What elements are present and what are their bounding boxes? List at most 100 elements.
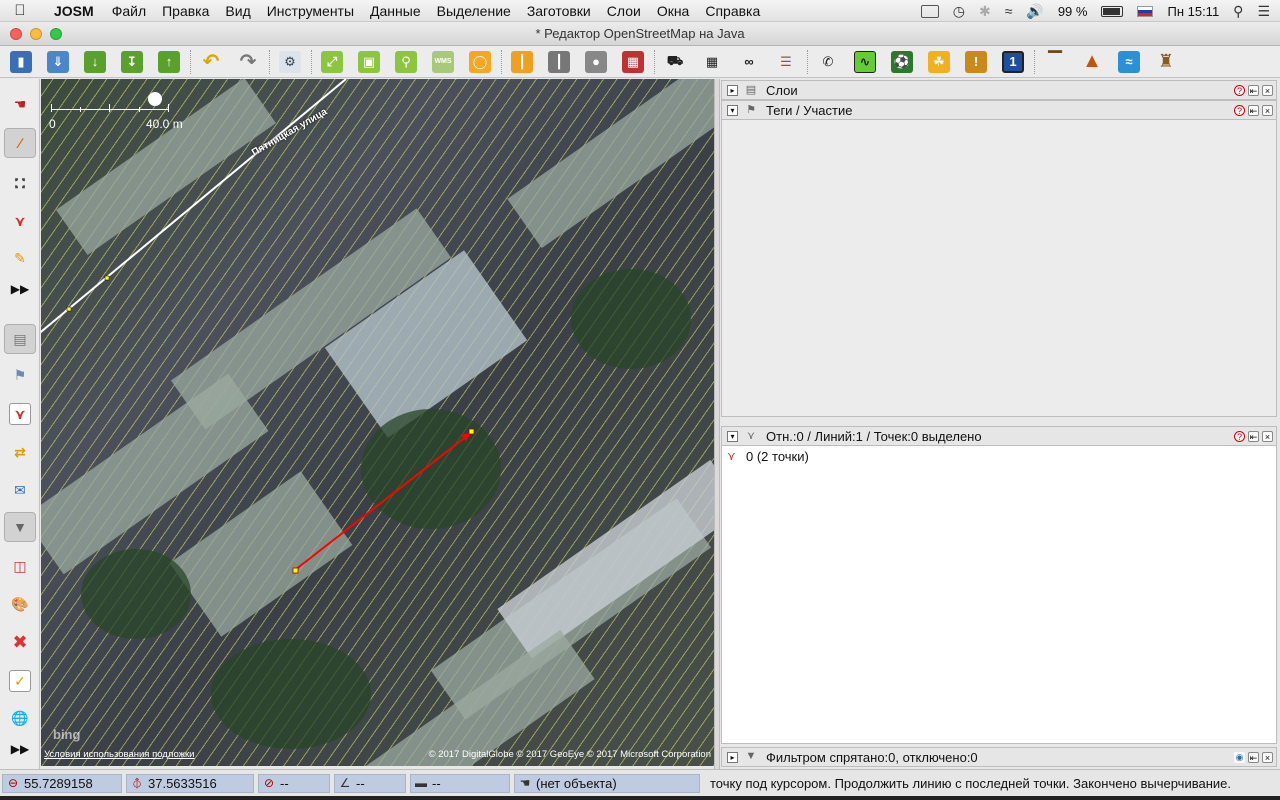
clock[interactable]: Пн 15:11 (1167, 4, 1219, 19)
draw-tool[interactable]: ∕ (4, 128, 36, 158)
filter-panel-header[interactable]: ▸ ▼ Фильтром спрятано:0, отключено:0 ◉ ⇤… (721, 747, 1277, 767)
terms-of-use-link[interactable]: Условия использования подложки (44, 749, 195, 760)
leisure-preset-button[interactable]: ∿ (849, 48, 881, 76)
zoom-to-data-button[interactable]: ⤢ (316, 48, 348, 76)
menu-view[interactable]: Вид (217, 3, 258, 19)
eye-icon[interactable]: ◉ (1234, 751, 1245, 763)
shop-preset-button[interactable]: ☘ (923, 48, 955, 76)
pencil-tool[interactable]: ✎ (4, 243, 36, 273)
menu-selection[interactable]: Выделение (429, 3, 519, 19)
castle-preset-button[interactable]: ♜ (1150, 48, 1182, 76)
zoom-selection-button[interactable]: ▣ (353, 48, 385, 76)
collapse-toggle-icon[interactable]: ▾ (727, 430, 738, 442)
waterway-preset-button[interactable]: ≈ (1113, 48, 1145, 76)
menu-layers[interactable]: Слои (599, 3, 649, 19)
barrier-preset-button[interactable]: ● (580, 48, 612, 76)
select-tool[interactable]: ☚ (4, 89, 36, 119)
sports-preset-button[interactable]: ⚽ (886, 48, 918, 76)
tags-panel-toggle[interactable]: ⚑ (4, 360, 36, 390)
track-preset-button[interactable]: ┃ (543, 48, 575, 76)
tags-panel-header[interactable]: ▾ ⚑ Теги / Участие ? ⇤ × (721, 100, 1277, 120)
expand-toggle-icon[interactable]: ▸ (727, 751, 738, 763)
close-panel-icon[interactable]: × (1262, 430, 1273, 442)
bicycle-preset-button[interactable]: ∞ (733, 48, 765, 76)
redo-button[interactable]: ↷ (232, 48, 264, 76)
undock-icon[interactable]: ⇤ (1248, 751, 1259, 763)
road-preset-button[interactable]: ┃ (506, 48, 538, 76)
industry-preset-button[interactable]: ▔ (1039, 48, 1071, 76)
help-icon[interactable]: ? (1234, 84, 1245, 96)
selected-way[interactable] (294, 431, 473, 571)
download-button[interactable]: ↓ (79, 48, 111, 76)
upload-button[interactable]: ↑ (153, 48, 185, 76)
railway-preset-button[interactable]: ☰ (770, 48, 802, 76)
wms-tms-button[interactable]: WMS (427, 48, 459, 76)
collapse-toggle-icon[interactable]: ▾ (727, 104, 738, 116)
mountain-preset-button[interactable]: ▲ (1076, 48, 1108, 76)
road-node[interactable] (66, 306, 72, 312)
layers-panel-header[interactable]: ▸ ▤ Слои ? ⇤ × (721, 80, 1277, 100)
scale-slider-knob[interactable] (148, 92, 162, 106)
preferences-button[interactable]: ⚙ (274, 48, 306, 76)
delete-marker-button[interactable]: ✖ (4, 627, 36, 657)
warning-preset-button[interactable]: ! (960, 48, 992, 76)
car-preset-button[interactable]: ⛟ (659, 48, 691, 76)
menu-file[interactable]: Файл (104, 3, 154, 19)
undo-button[interactable]: ↶ (195, 48, 227, 76)
wall-preset-button[interactable]: ▦ (617, 48, 649, 76)
filter-panel-toggle[interactable]: ▼ (4, 512, 36, 542)
battery-percent[interactable]: 99 % (1058, 4, 1088, 19)
volume-icon[interactable]: 🔊 (1026, 3, 1043, 20)
lasso-button[interactable]: ◯ (464, 48, 496, 76)
menu-windows[interactable]: Окна (649, 3, 698, 19)
undock-icon[interactable]: ⇤ (1248, 430, 1259, 442)
battery-icon[interactable] (1101, 5, 1124, 17)
selection-list-toggle[interactable]: ⋎ (4, 399, 36, 429)
selected-way-node[interactable] (468, 428, 475, 435)
apple-icon[interactable]:  (0, 2, 40, 19)
app-menu[interactable]: JOSM (40, 3, 104, 19)
messages-panel-toggle[interactable]: ✉ (4, 475, 36, 505)
wikipedia-panel-toggle[interactable]: 🌐 (4, 703, 36, 733)
notification-center-icon[interactable]: ☰ (1257, 3, 1270, 20)
expand-toggle-icon[interactable]: ▸ (727, 84, 738, 96)
close-panel-icon[interactable]: × (1262, 84, 1273, 96)
list-item[interactable]: ⋎ 0 (2 точки) (722, 446, 1276, 466)
panel-splitter[interactable] (714, 79, 720, 769)
bluetooth-icon[interactable]: ✱ (979, 3, 991, 20)
save-button[interactable]: ⇓ (42, 48, 74, 76)
display-icon[interactable] (920, 4, 939, 18)
time-machine-icon[interactable]: ◷ (953, 3, 965, 20)
wifi-icon[interactable]: ≈ (1005, 3, 1013, 19)
more-tools-button[interactable]: ▶▶ (4, 274, 36, 304)
zoom-button[interactable]: ⚲ (390, 48, 422, 76)
info-preset-button[interactable]: 1 (997, 48, 1029, 76)
selected-way-node[interactable] (292, 567, 299, 574)
telephone-preset-button[interactable]: ✆ (812, 48, 844, 76)
menu-presets[interactable]: Заготовки (519, 3, 599, 19)
validator-panel-toggle[interactable]: ✓ (4, 666, 36, 696)
undock-icon[interactable]: ⇤ (1248, 84, 1259, 96)
help-icon[interactable]: ? (1234, 104, 1245, 116)
conflict-panel-toggle[interactable]: ⇄ (4, 437, 36, 467)
relations-panel-toggle[interactable]: ◫ (4, 551, 36, 581)
more-panels-button[interactable]: ▶▶ (4, 734, 36, 764)
bus-preset-button[interactable]: ▦ (696, 48, 728, 76)
undock-icon[interactable]: ⇤ (1248, 104, 1259, 116)
close-panel-icon[interactable]: × (1262, 751, 1273, 763)
layers-panel-toggle[interactable]: ▤ (4, 324, 36, 354)
map-view[interactable]: 0 40.0 m Пятницкая улица bing Условия ис… (41, 79, 714, 766)
spotlight-icon[interactable]: ⚲ (1233, 3, 1243, 20)
menu-tools[interactable]: Инструменты (259, 3, 362, 19)
selection-panel-header[interactable]: ▾ ⋎ Отн.:0 / Линий:1 / Точек:0 выделено … (721, 426, 1277, 446)
open-button[interactable]: ▮ (5, 48, 37, 76)
zoom-tool[interactable]: ⛚ (4, 168, 36, 198)
road-node[interactable] (104, 275, 110, 281)
map-style-panel-toggle[interactable]: 🎨 (4, 589, 36, 619)
close-panel-icon[interactable]: × (1262, 104, 1273, 116)
help-icon[interactable]: ? (1234, 430, 1245, 442)
download-area-button[interactable]: ↧ (116, 48, 148, 76)
improve-way-tool[interactable]: ⋎ (4, 206, 36, 236)
menu-edit[interactable]: Правка (154, 3, 217, 19)
menu-help[interactable]: Справка (697, 3, 768, 19)
